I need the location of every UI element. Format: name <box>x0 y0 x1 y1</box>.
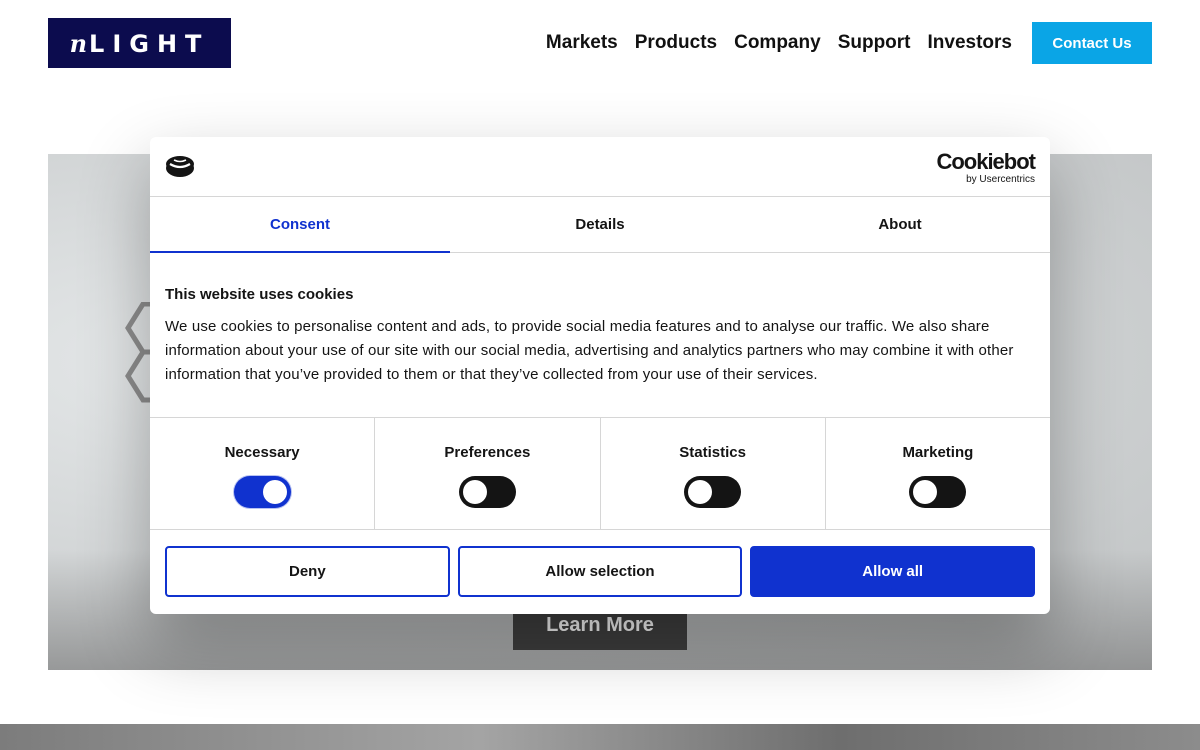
necessary-toggle[interactable] <box>233 476 291 508</box>
dialog-tabs: Consent Details About <box>150 197 1050 253</box>
nav-item-products[interactable]: Products <box>635 32 717 54</box>
category-marketing: Marketing <box>826 418 1050 529</box>
nav-item-company[interactable]: Company <box>734 32 821 54</box>
marketing-toggle[interactable] <box>909 476 967 508</box>
nav-item-investors[interactable]: Investors <box>928 32 1012 54</box>
consent-text: We use cookies to personalise content an… <box>165 318 1014 383</box>
tab-consent[interactable]: Consent <box>150 197 450 253</box>
tab-about[interactable]: About <box>750 197 1050 252</box>
cookie-consent-dialog: Cookiebot by Usercentrics Consent Detail… <box>150 137 1050 614</box>
consent-buttons: Deny Allow selection Allow all <box>150 530 1050 613</box>
category-label: Preferences <box>444 444 531 461</box>
allow-selection-button[interactable]: Allow selection <box>457 546 743 597</box>
preferences-toggle[interactable] <box>458 476 516 508</box>
main-nav: Markets Products Company Support Investo… <box>546 22 1152 64</box>
contact-us-button[interactable]: Contact Us <box>1032 22 1152 64</box>
category-label: Marketing <box>902 444 974 461</box>
cookie-categories: Necessary Preferences Statistics Marketi… <box>150 418 1050 530</box>
next-section-band <box>0 724 1200 750</box>
allow-all-button[interactable]: Allow all <box>750 546 1036 597</box>
deny-button[interactable]: Deny <box>165 546 450 597</box>
logo-text: nLIGHT <box>69 28 210 58</box>
cookiebot-sub: by Usercentrics <box>966 174 1035 185</box>
cookie-icon <box>166 156 194 177</box>
category-statistics: Statistics <box>601 418 826 529</box>
category-label: Necessary <box>224 444 300 461</box>
cookiebot-name: Cookiebot <box>936 149 1036 174</box>
consent-title: This website uses cookies <box>165 286 354 303</box>
nlight-logo[interactable]: nLIGHT <box>48 18 231 68</box>
consent-body: This website uses cookies We use cookies… <box>150 253 1050 418</box>
cookiebot-logo[interactable]: Cookiebot by Usercentrics <box>936 149 1036 185</box>
nav-item-support[interactable]: Support <box>838 32 911 54</box>
nav-item-markets[interactable]: Markets <box>546 32 618 54</box>
category-preferences: Preferences <box>375 418 601 529</box>
tab-details[interactable]: Details <box>450 197 750 252</box>
category-necessary: Necessary <box>150 418 376 529</box>
dialog-header: Cookiebot by Usercentrics <box>150 137 1050 197</box>
category-label: Statistics <box>679 444 746 461</box>
statistics-toggle[interactable] <box>684 476 742 508</box>
